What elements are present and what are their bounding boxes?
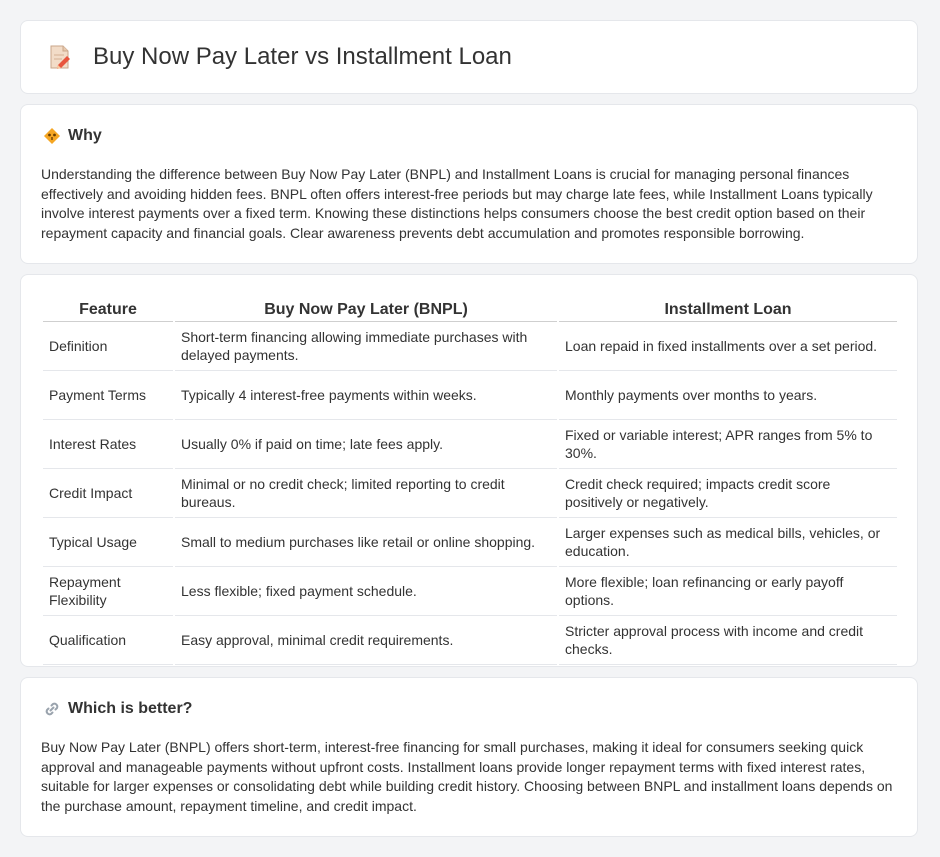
document-pencil-icon xyxy=(47,43,73,71)
installment-cell: Loan repaid in fixed installments over a… xyxy=(559,322,897,371)
bnpl-cell: Easy approval, minimal credit requiremen… xyxy=(175,616,557,665)
table-header-row: Feature Buy Now Pay Later (BNPL) Install… xyxy=(43,295,897,322)
table-row: Typical Usage Small to medium purchases … xyxy=(43,518,897,567)
header-bnpl: Buy Now Pay Later (BNPL) xyxy=(175,295,557,322)
installment-cell: Credit check required; impacts credit sc… xyxy=(559,469,897,518)
feature-cell: Repayment Flexibility xyxy=(43,567,173,616)
bnpl-cell: Short-term financing allowing immediate … xyxy=(175,322,557,371)
link-icon xyxy=(43,700,61,718)
better-heading: Which is better? xyxy=(68,700,193,717)
installment-cell: Monthly payments over months to years. xyxy=(559,371,897,420)
why-body: Understanding the difference between Buy… xyxy=(41,166,873,241)
table-row: Credit Impact Minimal or no credit check… xyxy=(43,469,897,518)
table-row: Interest Rates Usually 0% if paid on tim… xyxy=(43,420,897,469)
page-title: Buy Now Pay Later vs Installment Loan xyxy=(93,43,512,70)
installment-cell: Fixed or variable interest; APR ranges f… xyxy=(559,420,897,469)
header-installment: Installment Loan xyxy=(559,295,897,322)
bnpl-cell: Small to medium purchases like retail or… xyxy=(175,518,557,567)
feature-cell: Definition xyxy=(43,322,173,371)
bnpl-cell: Usually 0% if paid on time; late fees ap… xyxy=(175,420,557,469)
title-row: Buy Now Pay Later vs Installment Loan xyxy=(47,43,512,71)
bnpl-cell: Minimal or no credit check; limited repo… xyxy=(175,469,557,518)
feature-cell: Typical Usage xyxy=(43,518,173,567)
diamond-warning-icon xyxy=(43,127,61,145)
installment-cell: More flexible; loan refinancing or early… xyxy=(559,567,897,616)
which-better-card: Which is better? Buy Now Pay Later (BNPL… xyxy=(20,677,918,837)
bnpl-cell: Less flexible; fixed payment schedule. xyxy=(175,567,557,616)
why-heading: Why xyxy=(68,127,102,144)
installment-cell: Stricter approval process with income an… xyxy=(559,616,897,665)
feature-cell: Interest Rates xyxy=(43,420,173,469)
header-feature: Feature xyxy=(43,295,173,322)
table-row: Qualification Easy approval, minimal cre… xyxy=(43,616,897,665)
table-row: Definition Short-term financing allowing… xyxy=(43,322,897,371)
comparison-table: Feature Buy Now Pay Later (BNPL) Install… xyxy=(41,295,899,665)
title-card: Buy Now Pay Later vs Installment Loan xyxy=(20,20,918,94)
feature-cell: Qualification xyxy=(43,616,173,665)
better-body: Buy Now Pay Later (BNPL) offers short-te… xyxy=(41,739,893,814)
feature-cell: Payment Terms xyxy=(43,371,173,420)
table-row: Repayment Flexibility Less flexible; fix… xyxy=(43,567,897,616)
feature-cell: Credit Impact xyxy=(43,469,173,518)
comparison-card: Feature Buy Now Pay Later (BNPL) Install… xyxy=(20,274,918,667)
why-card: Why Understanding the difference between… xyxy=(20,104,918,264)
why-heading-row: Why xyxy=(43,127,102,145)
better-heading-row: Which is better? xyxy=(43,700,192,718)
table-row: Payment Terms Typically 4 interest-free … xyxy=(43,371,897,420)
bnpl-cell: Typically 4 interest-free payments withi… xyxy=(175,371,557,420)
installment-cell: Larger expenses such as medical bills, v… xyxy=(559,518,897,567)
